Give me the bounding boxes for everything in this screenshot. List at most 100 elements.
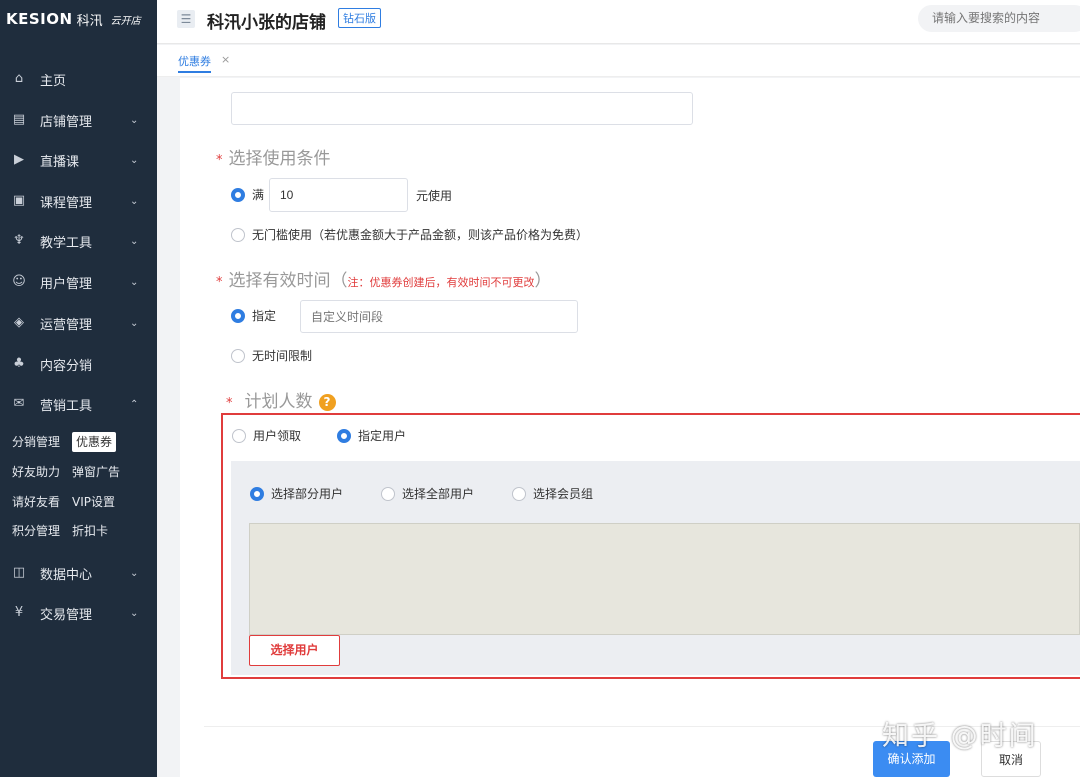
radio-unchecked-icon [232,428,246,443]
paren-close: ） [534,271,552,291]
submenu-row: 积分管理 折扣卡 [12,521,108,541]
submenu-item[interactable]: 折扣卡 [72,521,108,541]
store-icon: ▤ [12,112,26,127]
validity-note: 注：优惠券创建后，有效时间不可更改 [347,276,535,289]
sidebar-item-users[interactable]: ☺ 用户管理 ⌄ [0,264,157,300]
condition-title-text: 选择使用条件 [228,149,331,169]
submenu-item[interactable]: 积分管理 [12,521,60,541]
sidebar-item-label: 教学工具 [40,235,93,251]
radio-no-time-limit[interactable]: 无时间限制 [231,347,312,364]
radio-checked-icon [231,187,245,202]
sidebar-item-label: 营销工具 [40,398,93,414]
top-header: ☰ 科汛小张的店铺 钻石版 [157,0,1080,44]
submenu-item[interactable]: VIP设置 [72,492,115,512]
ops-icon: ◈ [14,315,24,330]
chevron-down-icon: ⌄ [130,235,139,247]
radio-unchecked-icon [512,486,526,501]
sidebar-item-label: 运营管理 [40,317,93,333]
home-icon: ⌂ [14,71,24,86]
money-icon: ¥ [14,605,24,620]
sidebar-item-label: 用户管理 [40,276,93,292]
radio-checked-icon [231,308,245,323]
radio-no-threshold[interactable]: 无门槛使用（若优惠金额大于产品金额，则该产品价格为免费） [231,226,588,243]
sidebar-item-trade[interactable]: ¥ 交易管理 ⌄ [0,595,157,631]
sidebar-item-label: 课程管理 [40,195,93,211]
plan-title-text: 计划人数 [244,392,313,412]
radio-checked-icon [337,428,351,443]
submenu-item-active[interactable]: 优惠券 [72,432,117,452]
required-mark: * [216,153,223,168]
data-icon: ◫ [12,565,26,580]
sidebar-item-marketing[interactable]: ✉ 营销工具 ⌃ [0,386,157,422]
gift-icon: ✉ [13,396,25,411]
sidebar-item-live[interactable]: ▶ 直播课 ⌄ [0,142,157,178]
submenu-item[interactable]: 请好友看 [12,492,60,512]
radio-member-group[interactable]: 选择会员组 [512,485,593,502]
plan-section-title: * 计划人数? [226,387,336,412]
sidebar-item-label: 主页 [40,73,67,89]
validity-title-text: 选择有效时间 [228,271,331,291]
previous-field-input[interactable] [231,92,693,125]
chevron-down-icon: ⌄ [130,114,139,126]
level-badge: 钻石版 [338,8,381,28]
threshold-suffix: 元使用 [416,187,452,204]
submenu-row: 好友助力 弹窗广告 [12,462,120,482]
radio-time-specified[interactable]: 指定 [231,307,276,324]
radio-all-users[interactable]: 选择全部用户 [381,485,474,502]
chevron-down-icon: ⌄ [130,276,139,288]
submenu-row: 请好友看 VIP设置 [12,492,115,512]
threshold-suffix-text: 元使用 [416,189,453,203]
tab-close-icon[interactable]: × [221,53,230,66]
sidebar-item-course[interactable]: ▣ 课程管理 ⌄ [0,183,157,219]
sidebar-item-store[interactable]: ▤ 店铺管理 ⌄ [0,102,157,138]
radio-unchecked-icon [231,348,245,363]
sidebar-item-home[interactable]: ⌂ 主页 [0,61,157,97]
submenu-item[interactable]: 弹窗广告 [72,462,120,482]
tab-active-indicator [178,71,211,73]
selected-users-area [249,523,1080,635]
chevron-down-icon: ⌄ [130,154,139,166]
sidebar-item-label: 内容分销 [40,358,93,374]
brand-logo[interactable]: KESION 科汛 云开店 [0,0,157,38]
radio-label: 指定用户 [358,429,407,443]
radio-user-claim[interactable]: 用户领取 [232,427,301,444]
course-icon: ▣ [12,193,26,208]
watermark: 知乎 @时间 [882,721,1038,752]
radio-unchecked-icon [231,227,245,242]
sidebar-item-tools[interactable]: ♆ 教学工具 ⌄ [0,223,157,259]
threshold-amount-input[interactable] [269,178,408,212]
chevron-down-icon: ⌄ [130,567,139,579]
logo-text: KESION [6,10,73,28]
radio-unchecked-icon [381,486,395,501]
logo-sub: 云开店 [110,15,141,27]
radio-checked-icon [250,486,264,501]
radio-specified-user[interactable]: 指定用户 [337,427,406,444]
live-icon: ▶ [14,152,24,167]
sidebar-item-distribution[interactable]: ♣ 内容分销 [0,346,157,382]
radio-label: 满 [252,188,265,202]
logo-cn: 科汛 [76,13,103,29]
sidebar-item-label: 店铺管理 [40,114,93,130]
date-range-input[interactable] [300,300,578,333]
chevron-down-icon: ⌄ [130,317,139,329]
user-icon: ☺ [12,274,26,289]
help-icon[interactable]: ? [318,394,336,411]
radio-label: 指定 [252,309,277,323]
submenu-item[interactable]: 分销管理 [12,432,60,452]
radio-label: 无门槛使用（若优惠金额大于产品金额，则该产品价格为免费） [252,228,589,242]
radio-label: 用户领取 [253,429,302,443]
share-icon: ♣ [13,356,25,371]
sidebar-item-ops[interactable]: ◈ 运营管理 ⌄ [0,305,157,341]
search-input[interactable] [918,5,1080,32]
chevron-down-icon: ⌄ [130,607,139,619]
menu-toggle-icon[interactable]: ☰ [177,10,195,28]
sidebar-item-data[interactable]: ◫ 数据中心 ⌄ [0,555,157,591]
tab-coupon[interactable]: 优惠券 [178,53,211,69]
validity-section-title: * 选择有效时间（注：优惠券创建后，有效时间不可更改） [216,266,552,291]
shop-title: 科汛小张的店铺 [207,13,326,33]
condition-section-title: * 选择使用条件 [216,144,331,169]
radio-partial-users[interactable]: 选择部分用户 [250,485,343,502]
select-user-button[interactable]: 选择用户 [249,635,340,666]
radio-threshold[interactable]: 满 [231,186,264,203]
submenu-item[interactable]: 好友助力 [12,462,60,482]
